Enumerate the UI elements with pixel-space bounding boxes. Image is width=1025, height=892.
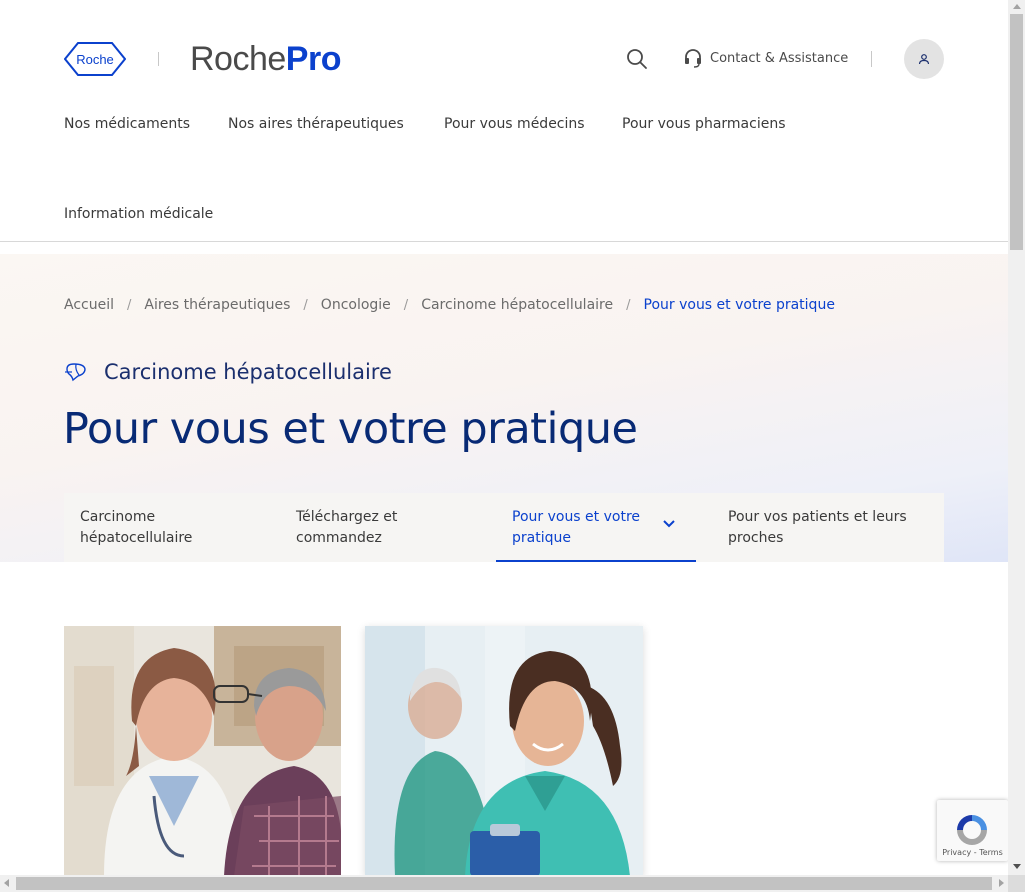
recaptcha-badge[interactable]: Privacy - Terms: [937, 800, 1008, 861]
logo-divider: [158, 52, 159, 66]
brand-wordmark[interactable]: RochePro: [190, 40, 341, 79]
scroll-right-arrow-icon[interactable]: [999, 879, 1004, 887]
hero-section: Accueil / Aires thérapeutiques / Oncolog…: [0, 254, 1008, 562]
nurse-photo: [365, 626, 643, 876]
tab-pratique[interactable]: Pour vous et votre pratique: [496, 493, 696, 562]
horizontal-scrollbar[interactable]: [0, 875, 1008, 892]
card-doctor-patient-image[interactable]: [64, 626, 341, 876]
chevron-down-icon[interactable]: [662, 519, 676, 529]
account-button[interactable]: [904, 39, 944, 79]
page-title: Pour vous et votre pratique: [63, 404, 638, 454]
tab-pratique-label: Pour vous et votre pratique: [512, 509, 641, 546]
nav-item-information-medicale[interactable]: Information médicale: [64, 206, 213, 222]
tab-telechargez[interactable]: Téléchargez et commandez: [280, 493, 496, 562]
vertical-scrollbar-thumb[interactable]: [1010, 14, 1023, 250]
scroll-up-arrow-icon[interactable]: [1013, 4, 1021, 9]
nav-item-medecins[interactable]: Pour vous médecins: [444, 116, 585, 132]
subtitle-text: Carcinome hépatocellulaire: [104, 360, 392, 384]
recaptcha-terms-link[interactable]: Terms: [979, 848, 1003, 857]
breadcrumb-item-oncologie[interactable]: Oncologie: [321, 297, 391, 313]
horizontal-scrollbar-thumb[interactable]: [16, 877, 992, 890]
user-icon: [918, 54, 930, 65]
tab-patients[interactable]: Pour vos patients et leurs proches: [696, 493, 944, 562]
search-button[interactable]: [625, 47, 649, 71]
doctor-patient-photo: [64, 626, 341, 876]
recaptcha-privacy-link[interactable]: Privacy: [942, 848, 971, 857]
brand-primary: Roche: [190, 40, 286, 78]
breadcrumb-separator: /: [403, 297, 409, 313]
search-icon: [627, 49, 647, 69]
site-header: Roche RochePro Contact & Assistance Nos …: [0, 0, 1008, 242]
nav-item-aires-therapeutiques[interactable]: Nos aires thérapeutiques: [228, 116, 404, 132]
liver-icon: [65, 363, 86, 382]
recaptcha-links: Privacy - Terms: [937, 848, 1008, 857]
headset-icon: [685, 49, 701, 68]
contact-label: Contact & Assistance: [710, 50, 849, 66]
breadcrumb-current: Pour vous et votre pratique: [643, 297, 835, 313]
section-subtitle: Carcinome hépatocellulaire: [64, 360, 392, 384]
breadcrumb-separator: /: [127, 297, 132, 313]
recaptcha-link-separator: -: [971, 848, 980, 857]
scroll-down-arrow-icon[interactable]: [1013, 864, 1021, 869]
vertical-scrollbar[interactable]: [1008, 0, 1025, 875]
breadcrumb-separator: /: [626, 297, 631, 313]
svg-text:Roche: Roche: [76, 52, 114, 67]
breadcrumb: Accueil / Aires thérapeutiques / Oncolog…: [64, 297, 835, 313]
nav-item-pharmaciens[interactable]: Pour vous pharmaciens: [622, 116, 786, 132]
breadcrumb-item-aires[interactable]: Aires thérapeutiques: [144, 297, 290, 313]
contact-assistance-link[interactable]: Contact & Assistance: [684, 48, 848, 68]
card-nurse-image[interactable]: [365, 626, 643, 876]
breadcrumb-item-accueil[interactable]: Accueil: [64, 297, 114, 313]
scroll-left-arrow-icon[interactable]: [4, 879, 9, 887]
tab-carcinome[interactable]: Carcinome hépatocellulaire: [64, 493, 280, 562]
section-tabs: Carcinome hépatocellulaire Téléchargez e…: [64, 493, 944, 562]
roche-logo[interactable]: Roche: [64, 42, 126, 76]
breadcrumb-item-carcinome[interactable]: Carcinome hépatocellulaire: [421, 297, 613, 313]
scrollbar-corner: [1008, 875, 1025, 892]
nav-item-medicaments[interactable]: Nos médicaments: [64, 116, 190, 132]
brand-secondary: Pro: [285, 40, 342, 78]
header-divider: [871, 51, 872, 67]
breadcrumb-separator: /: [303, 297, 308, 313]
recaptcha-icon: [957, 815, 987, 845]
